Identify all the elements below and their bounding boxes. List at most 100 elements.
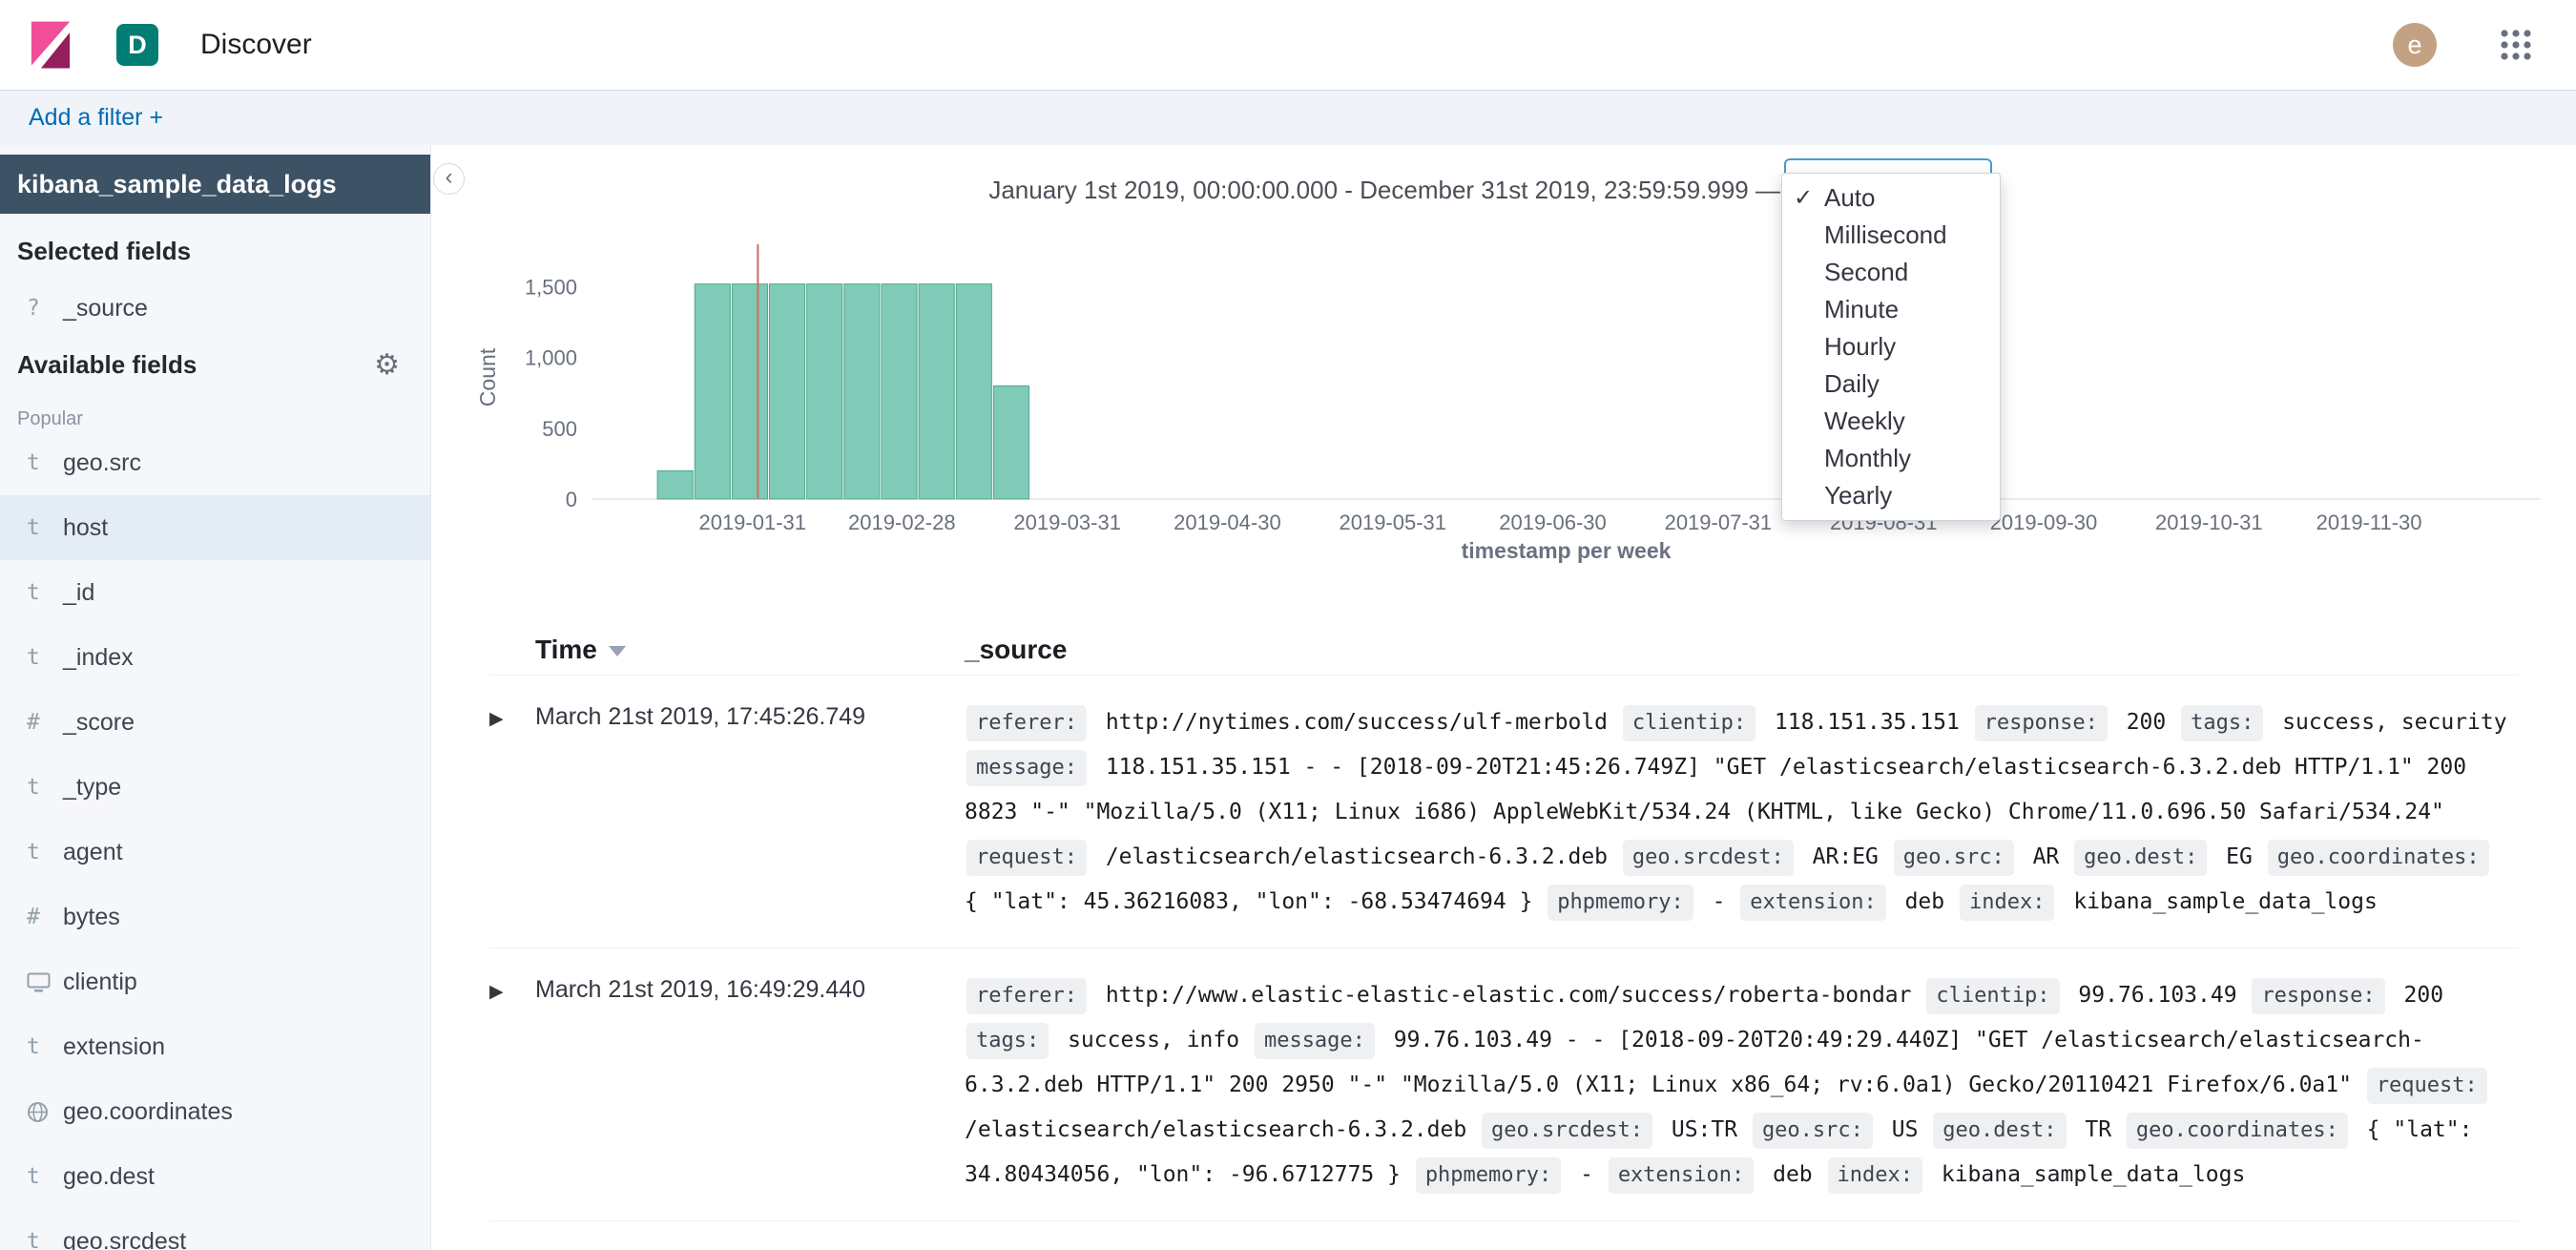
interval-option-hourly[interactable]: Hourly	[1782, 328, 2000, 365]
interval-option-monthly[interactable]: Monthly	[1782, 440, 2000, 477]
interval-option-minute[interactable]: Minute	[1782, 291, 2000, 328]
x-tick-label: 2019-01-31	[698, 510, 806, 534]
available-fields-list: t_idt_index#_scoret_typetagent#bytesclie…	[0, 560, 430, 1250]
number-field-icon: #	[27, 710, 63, 735]
index-pattern-selector[interactable]: kibana_sample_data_logs	[0, 155, 430, 214]
sort-time-header[interactable]: Time	[535, 635, 965, 665]
interval-option-daily[interactable]: Daily	[1782, 365, 2000, 403]
table-rows: ▶March 21st 2019, 17:45:26.749referer: h…	[489, 675, 2519, 1250]
filter-bar: Add a filter +	[0, 91, 2576, 145]
x-tick-label: 2019-10-31	[2155, 510, 2263, 534]
field-item-_score[interactable]: #_score	[0, 690, 430, 755]
popular-section-label: Popular	[0, 408, 430, 430]
documents-table: Time _source ▶March 21st 2019, 17:45:26.…	[432, 615, 2576, 1250]
field-name: geo.coordinates	[63, 1098, 233, 1126]
histogram-bar[interactable]	[844, 284, 880, 499]
field-item-geo.srcdest[interactable]: tgeo.srcdest	[0, 1209, 430, 1250]
y-axis-label: Count	[475, 347, 500, 406]
field-item-agent[interactable]: tagent	[0, 820, 430, 885]
field-badge-geo.coordinates: geo.coordinates:	[2127, 1113, 2348, 1149]
histogram-bar[interactable]	[657, 470, 693, 499]
field-item-clientip[interactable]: clientip	[0, 949, 430, 1014]
gear-icon[interactable]: ⚙	[374, 351, 400, 380]
field-item-_id[interactable]: t_id	[0, 560, 430, 625]
text-field-icon: t	[27, 1229, 63, 1250]
kibana-logo[interactable]	[29, 19, 73, 71]
field-item-host[interactable]: thost	[0, 495, 430, 560]
field-badge-extension: extension:	[1740, 885, 1885, 921]
field-badge-message: message:	[966, 750, 1087, 786]
interval-option-second[interactable]: Second	[1782, 254, 2000, 291]
table-header-row: Time _source	[489, 615, 2519, 675]
x-axis-label: timestamp per week	[1462, 538, 1672, 563]
sidebar: kibana_sample_data_logs Selected fields …	[0, 145, 431, 1250]
add-filter-button[interactable]: Add a filter +	[29, 104, 163, 132]
field-badge-geo.dest: geo.dest:	[2074, 840, 2207, 876]
expand-row-icon[interactable]: ▶	[489, 1246, 535, 1250]
text-field-icon: t	[27, 840, 63, 865]
histogram-bar[interactable]	[732, 284, 767, 499]
apps-grid-icon[interactable]	[2496, 25, 2536, 65]
field-badge-clientip: clientip:	[1623, 705, 1755, 741]
field-badge-response: response:	[1975, 705, 2108, 741]
field-name: _source	[63, 295, 148, 323]
field-badge-geo.src: geo.src:	[1894, 840, 2014, 876]
avatar[interactable]: e	[2393, 23, 2437, 67]
text-field-icon: t	[27, 515, 63, 540]
histogram-bar[interactable]	[695, 284, 730, 499]
selected-fields-list: ?_source	[0, 281, 430, 335]
page-title: Discover	[200, 29, 312, 61]
histogram-bar[interactable]	[993, 385, 1028, 499]
field-item-geo.src[interactable]: tgeo.src	[0, 430, 430, 495]
apps-grid-glyph	[2498, 27, 2534, 63]
field-badge-geo.srcdest: geo.srcdest:	[1623, 840, 1794, 876]
histogram-bar[interactable]	[919, 284, 954, 499]
interval-option-weekly[interactable]: Weekly	[1782, 403, 2000, 440]
text-field-icon: t	[27, 775, 63, 800]
field-name: bytes	[63, 904, 120, 931]
x-tick-label: 2019-09-30	[1990, 510, 2098, 534]
interval-option-label: Second	[1824, 258, 1908, 286]
main-content: January 1st 2019, 00:00:00.000 - Decembe…	[432, 145, 2576, 1250]
field-item-geo.coordinates[interactable]: geo.coordinates	[0, 1079, 430, 1144]
collapse-sidebar-button[interactable]: ‹	[433, 163, 465, 195]
field-item-_index[interactable]: t_index	[0, 625, 430, 690]
x-tick-label: 2019-03-31	[1013, 510, 1121, 534]
text-field-icon: t	[27, 1034, 63, 1059]
check-icon: ✓	[1794, 179, 1813, 217]
histogram-bar[interactable]	[882, 284, 917, 499]
field-name: _score	[63, 709, 135, 737]
field-badge-referer: referer:	[966, 705, 1087, 741]
interval-option-auto[interactable]: ✓Auto	[1782, 179, 2000, 217]
field-name: geo.dest	[63, 1163, 155, 1191]
time-range-title: January 1st 2019, 00:00:00.000 - Decembe…	[988, 176, 1780, 205]
time-cell: March 21st 2019, 16:49:29.440	[535, 973, 965, 1198]
time-cell: March 21st 2019, 15:56:42.049	[535, 1246, 965, 1250]
x-tick-label: 2019-04-30	[1174, 510, 1281, 534]
histogram-bar[interactable]	[807, 284, 842, 499]
x-tick-label: 2019-05-31	[1339, 510, 1446, 534]
histogram-bar[interactable]	[770, 284, 805, 499]
field-item-_source[interactable]: ?_source	[0, 281, 430, 335]
field-item-geo.dest[interactable]: tgeo.dest	[0, 1144, 430, 1209]
field-name: host	[63, 514, 108, 542]
expand-row-icon[interactable]: ▶	[489, 700, 535, 925]
field-badge-geo.src: geo.src:	[1753, 1113, 1873, 1149]
field-badge-referer: referer:	[966, 978, 1087, 1014]
space-badge[interactable]: D	[116, 24, 158, 66]
interval-option-label: Monthly	[1824, 444, 1911, 472]
y-tick-label: 0	[566, 488, 577, 511]
field-item-bytes[interactable]: #bytes	[0, 885, 430, 949]
interval-option-yearly[interactable]: Yearly	[1782, 477, 2000, 514]
field-item-extension[interactable]: textension	[0, 1014, 430, 1079]
field-badge-phpmemory: phpmemory:	[1416, 1157, 1561, 1194]
expand-row-icon[interactable]: ▶	[489, 973, 535, 1198]
x-tick-label: 2019-07-31	[1665, 510, 1773, 534]
field-badge-phpmemory: phpmemory:	[1548, 885, 1693, 921]
field-item-_type[interactable]: t_type	[0, 755, 430, 820]
available-fields-heading: Available fields	[0, 350, 197, 380]
field-badge-request: request:	[2367, 1068, 2487, 1104]
histogram-bar[interactable]	[956, 284, 991, 499]
interval-option-millisecond[interactable]: Millisecond	[1782, 217, 2000, 254]
sort-caret-icon	[609, 646, 626, 656]
